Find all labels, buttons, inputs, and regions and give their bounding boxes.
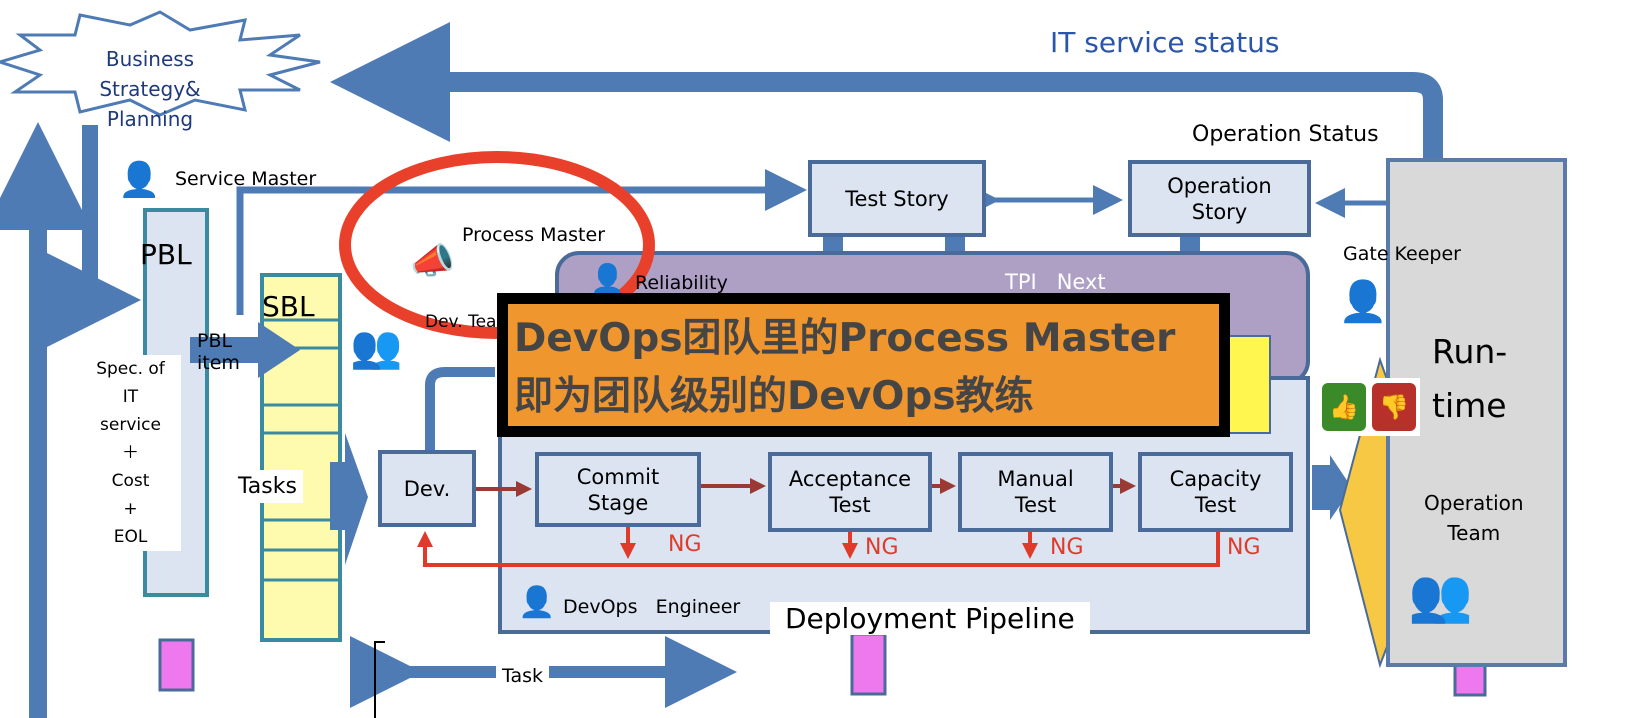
ng-label: NG	[668, 532, 702, 557]
reliability-label: Reliability	[635, 272, 728, 294]
box-label: Commit	[576, 464, 660, 489]
box-label: Story	[1191, 199, 1248, 224]
team-icon: 👥	[350, 322, 403, 371]
operation-team-label: Operation Team	[1424, 488, 1524, 548]
pbl-label: PBL	[140, 238, 192, 271]
dev-box: Dev.	[378, 450, 476, 527]
approval-buttons: 👍 👎	[1318, 378, 1420, 436]
deployment-pipeline-label: Deployment Pipeline	[770, 602, 1090, 635]
team-icon: 👥	[1408, 566, 1473, 626]
box-label: Operation	[1167, 173, 1272, 198]
thumbs-down-icon: 👎	[1372, 383, 1416, 431]
text-line: Strategy&	[99, 77, 201, 101]
gate-keeper-label: Gate Keeper	[1343, 243, 1461, 265]
business-strategy-label: Business Strategy& Planning	[60, 44, 240, 134]
acceptance-test-box: Acceptance Test	[768, 452, 932, 532]
overlay-line-1: DevOps团队里的Process Master	[514, 316, 1176, 361]
devops-engineer-label: DevOps Engineer	[563, 596, 741, 618]
box-label: Manual	[997, 467, 1074, 491]
text-line: EOL	[113, 527, 148, 547]
person-icon: 👤	[518, 585, 556, 620]
runtime-label: Run- time	[1432, 325, 1507, 433]
box-label: Dev.	[403, 476, 451, 501]
box-label: Test	[1194, 493, 1237, 517]
person-icon: 👤	[590, 262, 625, 295]
process-master-label: Process Master	[462, 224, 606, 246]
manual-test-box: Manual Test	[958, 452, 1113, 532]
operation-story-box: Operation Story	[1128, 160, 1311, 237]
yellow-note	[1225, 335, 1271, 434]
sbl-label: SBL	[262, 290, 315, 323]
ng-label: NG	[1050, 535, 1084, 560]
person-icon: 👤	[118, 160, 161, 200]
tasks-label: Tasks	[232, 470, 303, 503]
ng-label: NG	[1227, 535, 1261, 560]
text-line: item	[197, 352, 240, 374]
text-line: Spec. of	[96, 359, 165, 379]
box-label: Acceptance	[788, 467, 912, 491]
text-line: Business	[105, 47, 195, 71]
box-label: Stage	[587, 490, 649, 515]
text-line: time	[1432, 386, 1507, 425]
megaphone-person-icon: 📣	[410, 241, 455, 282]
text-line: ＋	[122, 443, 139, 463]
service-master-label: Service Master	[175, 168, 317, 190]
overlay-text: DevOps团队里的Process Master 即为团队级别的DevOps教练	[508, 304, 1219, 426]
text-line: Team	[1447, 521, 1501, 545]
commit-stage-box: Commit Stage	[535, 452, 701, 527]
spec-label: Spec. of IT service ＋ Cost + EOL	[80, 355, 181, 551]
operation-status-label: Operation Status	[1192, 122, 1379, 147]
box-label: Test	[1014, 493, 1057, 517]
text-line: IT	[122, 387, 139, 407]
capacity-test-box: Capacity Test	[1138, 452, 1293, 532]
ng-label: NG	[865, 535, 899, 560]
box-label: Test	[829, 493, 871, 517]
box-label: Capacity	[1169, 467, 1262, 491]
text-line: +	[123, 499, 138, 519]
text-line: Operation	[1424, 491, 1524, 515]
task-label: Task	[496, 665, 550, 687]
it-service-status-label: IT service status	[1050, 26, 1280, 59]
overlay-line-2: 即为团队级别的DevOps教练	[514, 374, 1034, 419]
person-icon: 👤	[1338, 279, 1388, 325]
text-line: PBL	[197, 330, 233, 352]
pbl-item-label: PBL item	[197, 330, 240, 374]
box-label: Test Story	[845, 186, 949, 211]
text-line: service	[100, 415, 161, 435]
text-line: Planning	[106, 107, 194, 131]
text-line: Run-	[1432, 332, 1508, 371]
tpi-next-label: TPI Next	[1005, 270, 1106, 294]
devops-diagram: Business Strategy& Planning IT service s…	[0, 0, 1643, 718]
test-story-box: Test Story	[808, 160, 986, 237]
title-overlay: DevOps团队里的Process Master 即为团队级别的DevOps教练	[497, 293, 1230, 437]
text-line: Cost	[111, 471, 150, 491]
thumbs-up-icon: 👍	[1322, 383, 1366, 431]
